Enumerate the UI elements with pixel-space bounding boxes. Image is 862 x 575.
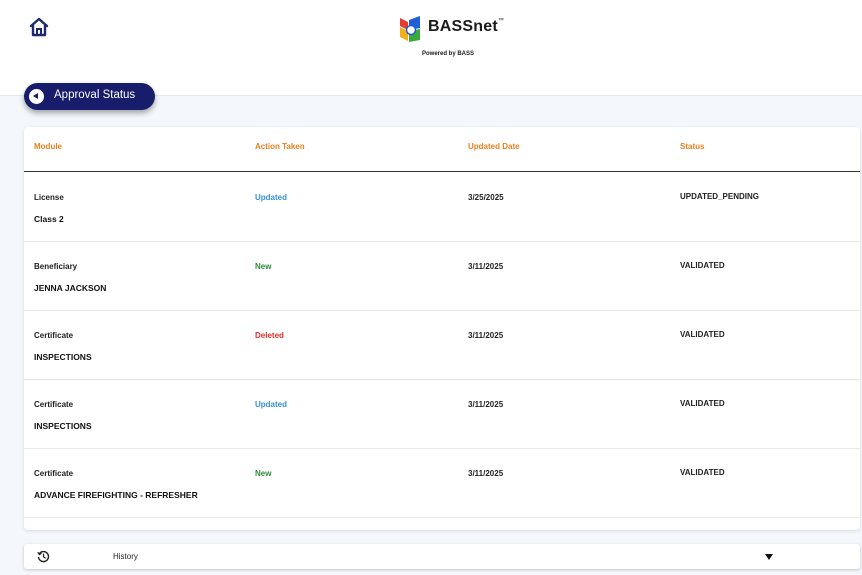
action-taken-cell: Updated — [255, 400, 287, 409]
brand-trademark: ™ — [497, 18, 505, 24]
updated-date-cell: 3/11/2025 — [468, 262, 504, 271]
table-row[interactable]: Certificate INSPECTIONS Deleted 3/11/202… — [24, 311, 860, 380]
module-cell: Beneficiary — [34, 262, 78, 271]
action-taken-cell: New — [255, 262, 272, 271]
table-row[interactable]: Certificate INSPECTIONS Updated 3/11/202… — [24, 380, 860, 449]
table-row[interactable]: License Class 2 Updated 3/25/2025 UPDATE… — [24, 173, 860, 242]
column-header-module: Module — [34, 142, 62, 151]
item-name-cell: JENNA JACKSON — [34, 283, 107, 293]
page-title: Approval Status — [54, 89, 136, 101]
table-row[interactable]: Certificate ADVANCE FIREFIGHTING - REFRE… — [24, 449, 860, 518]
updated-date-cell: 3/25/2025 — [468, 193, 504, 202]
brand-name: BASSnet™ — [428, 18, 505, 35]
status-cell: VALIDATED — [680, 468, 725, 477]
column-header-action-taken: Action Taken — [255, 142, 305, 151]
module-cell: Certificate — [34, 331, 74, 340]
column-header-status: Status — [680, 142, 705, 151]
brand-logo-block: BASSnet™ Powered by BASS — [398, 14, 508, 62]
approval-status-table: Module Action Taken Updated Date Status … — [24, 127, 860, 530]
table-row[interactable]: Beneficiary JENNA JACKSON New 3/11/2025 … — [24, 242, 860, 311]
column-header-updated-date: Updated Date — [468, 142, 520, 151]
module-cell: Certificate — [34, 469, 74, 478]
history-label: History — [113, 552, 138, 561]
history-accordion[interactable]: History — [24, 544, 860, 569]
status-cell: VALIDATED — [680, 261, 725, 270]
item-name-cell: INSPECTIONS — [34, 352, 92, 362]
module-cell: Certificate — [34, 400, 74, 409]
brand-tagline: Powered by BASS — [422, 51, 475, 57]
action-taken-cell: New — [255, 469, 272, 478]
updated-date-cell: 3/11/2025 — [468, 469, 504, 478]
updated-date-cell: 3/11/2025 — [468, 331, 504, 340]
status-cell: VALIDATED — [680, 399, 725, 408]
item-name-cell: INSPECTIONS — [34, 421, 92, 431]
history-icon — [37, 550, 50, 563]
back-arrow-icon[interactable] — [29, 89, 44, 104]
table-header: Module Action Taken Updated Date Status — [24, 127, 860, 172]
item-name-cell: ADVANCE FIREFIGHTING - REFRESHER — [34, 490, 198, 500]
bassnet-logo-icon — [400, 16, 420, 42]
status-cell: VALIDATED — [680, 330, 725, 339]
action-taken-cell: Deleted — [255, 331, 284, 340]
action-taken-cell: Updated — [255, 193, 287, 202]
updated-date-cell: 3/11/2025 — [468, 400, 504, 409]
home-icon[interactable] — [28, 16, 50, 38]
app-header: BASSnet™ Powered by BASS — [0, 0, 862, 96]
module-cell: License — [34, 193, 64, 202]
item-name-cell: Class 2 — [34, 214, 64, 224]
caret-down-icon[interactable] — [765, 554, 773, 560]
approval-status-back-button[interactable]: Approval Status — [24, 83, 155, 110]
status-cell: UPDATED_PENDING — [680, 192, 759, 201]
